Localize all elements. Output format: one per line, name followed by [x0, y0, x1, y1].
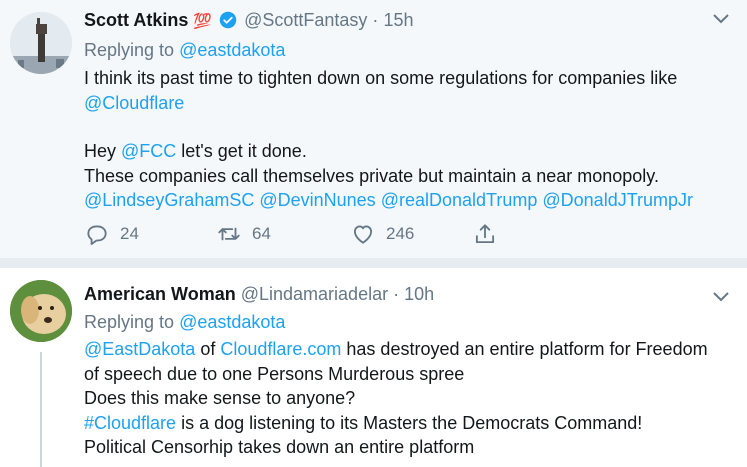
- tweet-line: of: [195, 339, 221, 359]
- separator-dot: ·: [372, 10, 379, 30]
- timestamp[interactable]: 15h: [383, 10, 413, 30]
- tweet-actions: 24 64 246: [84, 218, 498, 250]
- user-handle[interactable]: @Lindamariadelar: [241, 284, 388, 304]
- mention-link[interactable]: @realDonaldTrump: [381, 190, 538, 210]
- avatar[interactable]: [10, 280, 72, 342]
- retweet-icon: [218, 227, 240, 241]
- user-handle[interactable]: @ScottFantasy: [244, 10, 367, 30]
- mention-link[interactable]: @DevinNunes: [259, 190, 375, 210]
- mention-link[interactable]: @FCC: [121, 141, 176, 161]
- reply-button[interactable]: 24: [84, 221, 216, 247]
- mention-link[interactable]: @LindseyGrahamSC: [84, 190, 254, 210]
- replying-to-label: Replying to: [84, 312, 175, 332]
- tweet-text: @EastDakota of Cloudflare.com has destro…: [84, 337, 735, 460]
- tweet-text: I think its past time to tighten down on…: [84, 66, 735, 213]
- timestamp[interactable]: 10h: [404, 284, 434, 304]
- avatar[interactable]: [10, 12, 72, 74]
- tweet-line: has destroyed an entire platform for Fre…: [341, 339, 708, 359]
- mention-link[interactable]: @DonaldJTrumpJr: [542, 190, 693, 210]
- hundred-points-icon: 💯: [193, 13, 213, 30]
- display-name[interactable]: American Woman: [84, 284, 236, 304]
- replying-to-label: Replying to: [84, 40, 175, 60]
- display-name[interactable]: Scott Atkins: [84, 10, 188, 30]
- verified-badge-icon: [219, 11, 237, 29]
- replying-to-link[interactable]: @eastdakota: [179, 312, 285, 332]
- separator-dot: ·: [393, 284, 400, 304]
- reply-icon: [87, 225, 107, 245]
- like-button[interactable]: 246: [350, 221, 472, 247]
- tweet-american-woman[interactable]: American Woman @Lindamariadelar · 10h Re…: [0, 268, 747, 467]
- replying-to: Replying to @eastdakota: [84, 312, 285, 333]
- retweet-button[interactable]: 64: [216, 221, 350, 247]
- tweet-line: of speech due to one Persons Murderous s…: [84, 363, 465, 384]
- heart-icon: [353, 225, 373, 244]
- tweet-line: I think its past time to tighten down on…: [84, 68, 678, 88]
- tweet-line: These companies call themselves private …: [84, 165, 659, 186]
- share-button[interactable]: [472, 221, 498, 247]
- tweet-header: American Woman @Lindamariadelar · 10h: [84, 284, 735, 305]
- url-link[interactable]: Cloudflare.com: [220, 339, 341, 359]
- tweet-divider: [0, 258, 747, 268]
- mention-link[interactable]: @EastDakota: [84, 339, 195, 359]
- chevron-down-icon[interactable]: [711, 12, 731, 26]
- replying-to-link[interactable]: @eastdakota: [179, 40, 285, 60]
- retweet-count: 64: [252, 224, 271, 243]
- thread-line: [40, 352, 42, 467]
- like-count: 246: [386, 224, 415, 243]
- replying-to: Replying to @eastdakota: [84, 40, 285, 61]
- tweet-line: Hey: [84, 141, 117, 161]
- mention-link[interactable]: @Cloudflare: [84, 93, 184, 113]
- tweet-line: let's get it done.: [176, 141, 307, 161]
- tweet-line: Does this make sense to anyone?: [84, 388, 356, 408]
- tweet-line: Political Censorhip takes down an entire…: [84, 437, 475, 457]
- chevron-down-icon[interactable]: [711, 290, 731, 304]
- tweet-scott-atkins[interactable]: Scott Atkins 💯 @ScottFantasy · 15h Reply…: [0, 0, 747, 258]
- hashtag-link[interactable]: #Cloudflare: [84, 413, 176, 433]
- reply-count: 24: [120, 224, 139, 243]
- tweet-header: Scott Atkins 💯 @ScottFantasy · 15h: [84, 10, 735, 31]
- share-icon: [475, 224, 495, 244]
- tweet-line: is a dog listening to its Masters the De…: [176, 412, 643, 433]
